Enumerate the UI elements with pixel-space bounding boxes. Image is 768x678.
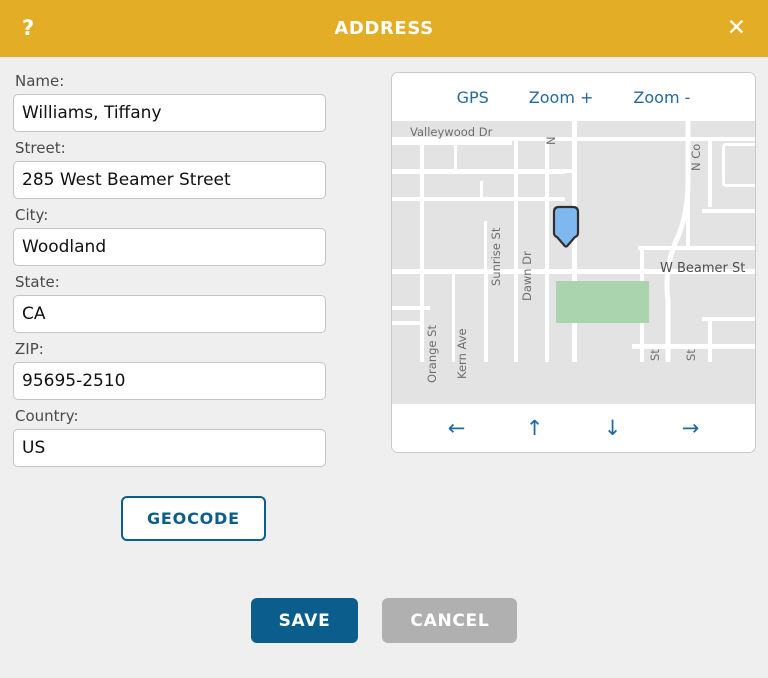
field-label-country: Country: — [15, 407, 79, 425]
map-toolbar: GPS Zoom + Zoom - — [392, 73, 755, 121]
map-road — [454, 137, 457, 173]
map-road — [392, 306, 430, 310]
dialog-titlebar: ? ADDRESS ✕ — [0, 0, 768, 57]
field-label-city: City: — [15, 206, 49, 224]
map-label-n: N — [544, 136, 558, 145]
street-input[interactable] — [13, 161, 326, 199]
pan-down-button[interactable]: ↓ — [590, 416, 636, 440]
field-label-state: State: — [15, 273, 60, 291]
map-label-n-co: N Co — [689, 143, 703, 171]
field-city-group: City: — [13, 206, 326, 273]
field-state-group: State: — [13, 273, 326, 340]
map-road — [480, 181, 483, 201]
field-label-zip: ZIP: — [15, 340, 44, 358]
name-input[interactable] — [13, 94, 326, 132]
map-canvas[interactable]: Valleywood Dr N Sunrise St Dawn Dr N Co … — [392, 121, 755, 404]
dialog-footer: SAVE CANCEL — [0, 598, 768, 643]
map-road — [484, 269, 488, 362]
map-label-st-1: St — [648, 349, 662, 361]
map-label-dawn-dr: Dawn Dr — [520, 251, 534, 301]
city-input[interactable] — [13, 228, 326, 266]
map-label-w-beamer-st: W Beamer St — [660, 261, 746, 276]
map-building — [722, 143, 755, 187]
map-label-orange-st: Orange St — [425, 325, 439, 383]
map-label-valleywood-dr: Valleywood Dr — [410, 125, 493, 139]
geocode-row: GEOCODE — [13, 496, 326, 541]
country-input[interactable] — [13, 429, 326, 467]
field-name-group: Name: — [13, 72, 326, 139]
map-nav-controls: ← ↑ ↓ → — [392, 404, 755, 452]
gps-button[interactable]: GPS — [457, 88, 489, 107]
state-input[interactable] — [13, 295, 326, 333]
field-street-group: Street: — [13, 139, 326, 206]
map-road — [545, 137, 549, 362]
map-road — [392, 321, 422, 325]
zoom-out-button[interactable]: Zoom - — [633, 88, 690, 107]
field-label-name: Name: — [15, 72, 65, 90]
field-country-group: Country: — [13, 407, 326, 474]
map-panel: GPS Zoom + Zoom - Valleywood Dr N Sunris… — [391, 72, 756, 453]
zoom-in-button[interactable]: Zoom + — [529, 88, 594, 107]
map-road — [420, 137, 424, 362]
help-icon[interactable]: ? — [22, 18, 34, 39]
save-button[interactable]: SAVE — [250, 598, 359, 643]
map-label-sunrise-st: Sunrise St — [489, 227, 503, 286]
map-road — [514, 169, 574, 173]
zip-input[interactable] — [13, 362, 326, 400]
map-road — [392, 197, 565, 201]
map-road — [514, 137, 518, 362]
map-pin-icon[interactable] — [549, 205, 583, 249]
field-label-street: Street: — [15, 139, 66, 157]
close-icon[interactable]: ✕ — [727, 17, 746, 40]
map-park — [556, 281, 649, 323]
pan-up-button[interactable]: ↑ — [512, 416, 558, 440]
address-form: Name: Street: City: State: ZIP: Country:… — [13, 72, 326, 541]
map-label-kern-ave: Kern Ave — [455, 328, 469, 379]
geocode-button[interactable]: GEOCODE — [121, 496, 266, 541]
field-zip-group: ZIP: — [13, 340, 326, 407]
pan-left-button[interactable]: ← — [434, 416, 480, 440]
cancel-button[interactable]: CANCEL — [382, 598, 518, 643]
map-road — [484, 221, 487, 269]
dialog-title: ADDRESS — [334, 18, 434, 39]
map-road — [392, 141, 512, 145]
pan-right-button[interactable]: → — [668, 416, 714, 440]
map-label-st-2: St — [684, 349, 698, 361]
